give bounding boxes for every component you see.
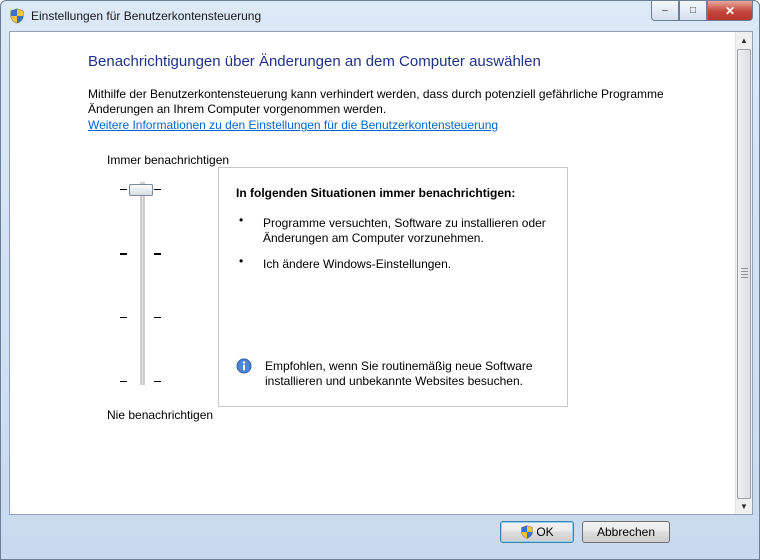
title-bar[interactable]: Einstellungen für Benutzerkontensteuerun… [1,1,759,31]
slider-tick [120,381,127,382]
slider-thumb[interactable] [129,184,153,196]
page-heading: Benachrichtigungen über Änderungen an de… [88,53,541,70]
minimize-button[interactable]: – [651,1,679,21]
grip-icon [741,268,748,280]
info-panel-title: In folgenden Situationen immer benachric… [236,186,516,200]
slider-tick [120,189,127,190]
caption-buttons: – □ ✕ [651,1,753,21]
recommendation-text: Empfohlen, wenn Sie routinemäßig neue So… [265,359,533,388]
vertical-scrollbar[interactable]: ▲ ▼ [735,32,752,514]
maximize-button[interactable]: □ [679,1,707,21]
uac-settings-window: Einstellungen für Benutzerkontensteuerun… [0,0,760,560]
slider-track[interactable] [140,182,145,385]
slider-tick [120,317,127,318]
window-title: Einstellungen für Benutzerkontensteuerun… [31,9,262,23]
uac-shield-icon [521,525,533,539]
uac-shield-icon [10,8,24,24]
slider-tick [154,381,161,382]
slider-tick [154,317,161,318]
slider-tick [154,189,161,190]
info-bullet-1: Programme versuchten, Software zu instal… [263,216,546,245]
bullet-glyph: • [239,213,244,227]
more-info-link[interactable]: Weitere Informationen zu den Einstellung… [88,118,498,132]
scroll-down-arrow-icon[interactable]: ▼ [736,498,752,514]
ok-button-label: OK [536,525,554,539]
ok-button[interactable]: OK [500,521,574,543]
cancel-button[interactable]: Abbrechen [582,521,670,543]
bullet-glyph: • [239,254,244,268]
close-button[interactable]: ✕ [707,1,753,21]
cancel-button-label: Abbrechen [596,525,656,539]
scrollbar-thumb[interactable] [737,49,751,499]
slider-top-label: Immer benachrichtigen [107,153,230,167]
slider-tick [154,253,161,255]
slider-bottom-label: Nie benachrichtigen [107,408,214,422]
scroll-up-arrow-icon[interactable]: ▲ [736,32,752,48]
slider-tick [120,253,127,255]
content-area: Benachrichtigungen über Änderungen an de… [9,31,753,515]
info-bullet-2: Ich ändere Windows-Einstellungen. [263,257,452,271]
info-icon [236,358,252,374]
info-panel: In folgenden Situationen immer benachric… [218,167,568,407]
description-text: Mithilfe der Benutzerkontensteuerung kan… [88,87,664,116]
